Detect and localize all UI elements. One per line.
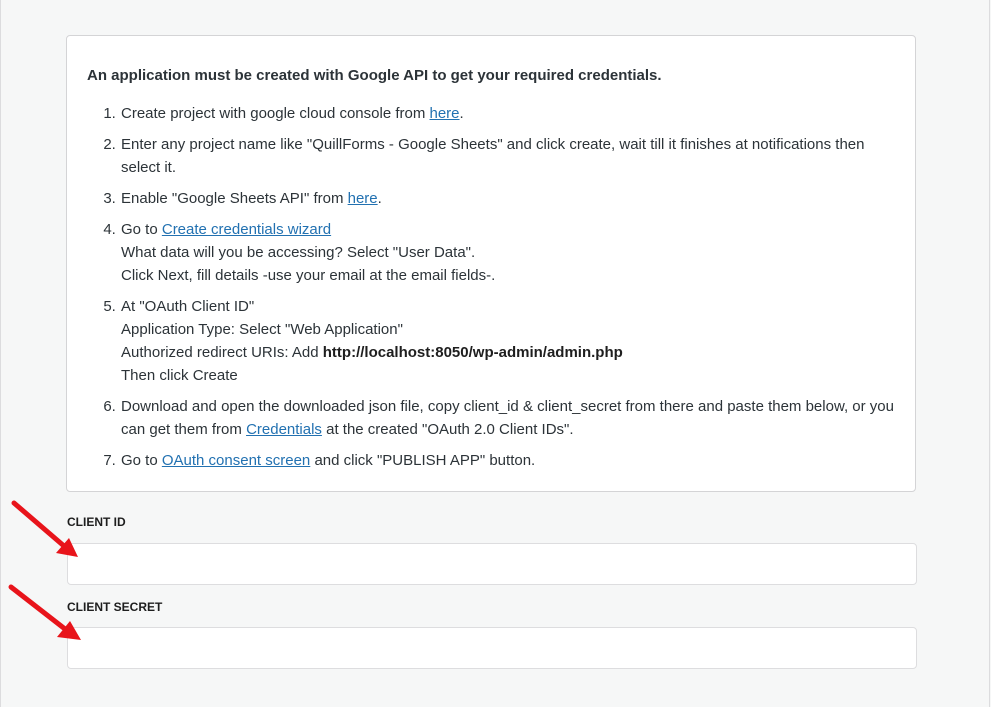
instruction-step: At "OAuth Client ID" Application Type: Se…: [120, 295, 895, 387]
step-line: Application Type: Select "Web Applicatio…: [121, 318, 895, 341]
red-arrow-icon: [11, 500, 78, 557]
step-line: Click Next, fill details -use your email…: [121, 264, 895, 287]
instruction-step: Enter any project name like "QuillForms …: [120, 133, 895, 179]
step-link[interactable]: here: [430, 105, 460, 122]
step-link[interactable]: here: [348, 190, 378, 207]
step-text: What data will you be accessing? Select …: [121, 244, 476, 261]
step-text: .: [377, 190, 382, 207]
step-text: Enter any project name like "QuillForms …: [121, 136, 865, 176]
instruction-step: Enable "Google Sheets API" from here.: [120, 187, 895, 210]
step-line: At "OAuth Client ID": [121, 295, 895, 318]
step-text: Authorized redirect URIs: Add: [121, 344, 323, 361]
step-text: Go to: [121, 452, 162, 469]
step-text: Then click Create: [121, 367, 238, 384]
instruction-step: Download and open the downloaded json fi…: [120, 395, 895, 441]
instructions-steps-list: Create project with google cloud console…: [87, 102, 895, 472]
client-id-input[interactable]: [67, 543, 917, 585]
step-text: Go to: [121, 221, 162, 238]
instructions-panel: An application must be created with Goog…: [66, 35, 916, 492]
red-arrow-icon: [8, 584, 81, 640]
step-text: Enable "Google Sheets API" from: [121, 190, 348, 207]
step-text: and click "PUBLISH APP" button.: [310, 452, 536, 469]
step-text: Click Next, fill details -use your email…: [121, 267, 496, 284]
step-text: Create project with google cloud console…: [121, 105, 430, 122]
step-line: Then click Create: [121, 364, 895, 387]
step-line: What data will you be accessing? Select …: [121, 241, 895, 264]
step-text: At "OAuth Client ID": [121, 298, 255, 315]
step-link[interactable]: OAuth consent screen: [162, 452, 310, 469]
instruction-step: Go to OAuth consent screen and click "PU…: [120, 449, 895, 472]
instruction-step: Create project with google cloud console…: [120, 102, 895, 125]
step-line: Go to Create credentials wizard: [121, 218, 895, 241]
instructions-intro: An application must be created with Goog…: [87, 67, 662, 84]
step-line: Authorized redirect URIs: Add http://loc…: [121, 341, 895, 364]
instruction-step: Go to Create credentials wizard What data…: [120, 218, 895, 287]
client-secret-input[interactable]: [67, 627, 917, 669]
step-text: at the created "OAuth 2.0 Client IDs".: [321, 421, 574, 438]
step-text: Application Type: Select "Web Applicatio…: [121, 321, 403, 338]
step-text: .: [459, 105, 464, 122]
redirect-uri-text: http://localhost:8050/wp-admin/admin.php: [322, 344, 623, 361]
step-link[interactable]: Create credentials wizard: [162, 221, 331, 238]
step-link[interactable]: Credentials: [246, 421, 322, 438]
